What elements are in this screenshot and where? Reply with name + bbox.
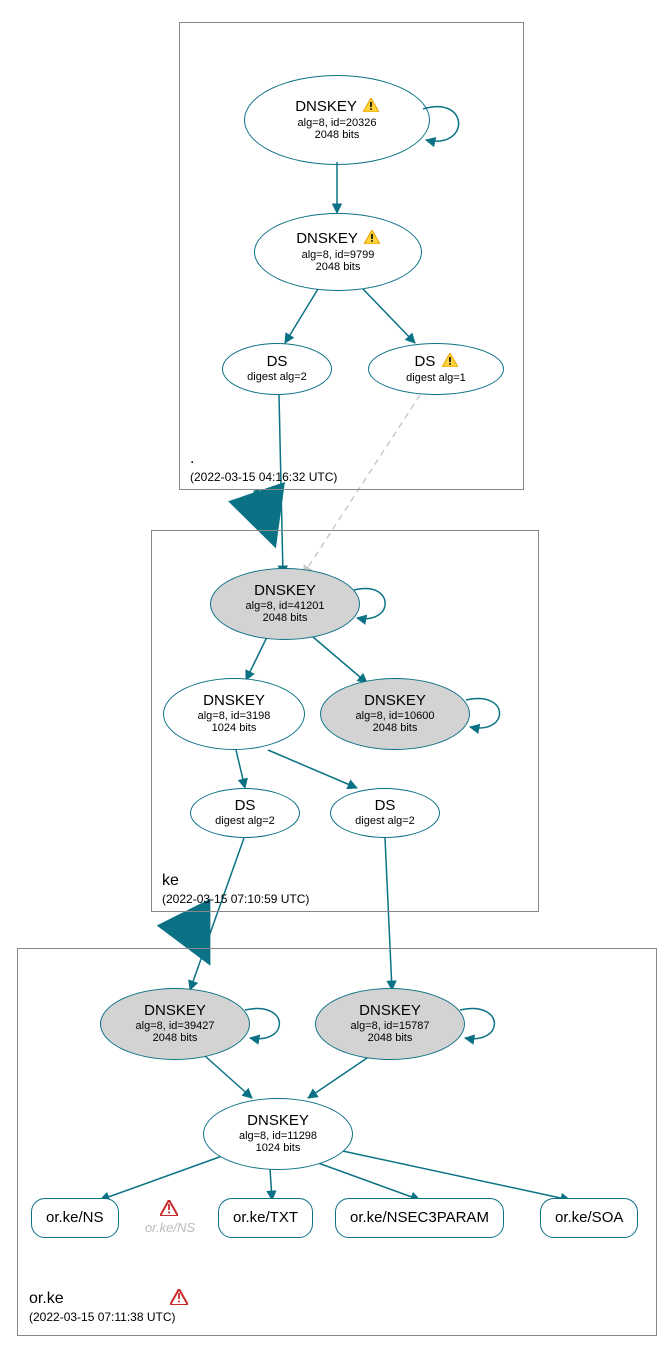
node-root-ds2-alg: digest alg=2	[247, 371, 307, 384]
node-ke-ds-b-title: DS	[375, 798, 396, 815]
zone-orke-label: or.ke	[29, 1290, 64, 1308]
node-ke-ds-b-alg: digest alg=2	[355, 815, 415, 828]
zone-root-ts: (2022-03-15 04:16:32 UTC)	[190, 470, 337, 484]
node-root-ds2-title: DS	[267, 354, 288, 371]
node-ke-ksk: DNSKEY alg=8, id=41201 2048 bits	[210, 568, 360, 640]
zone-ke-ts: (2022-03-15 07:10:59 UTC)	[162, 892, 309, 906]
node-root-zsk-title: DNSKEY	[296, 230, 380, 249]
rrset-txt-label: or.ke/TXT	[233, 1210, 298, 1227]
error-icon	[160, 1200, 178, 1221]
node-ke-extra-bits: 2048 bits	[373, 722, 418, 735]
node-root-zsk-alg: alg=8, id=9799	[302, 249, 375, 262]
node-orke-zsk: DNSKEY alg=8, id=11298 1024 bits	[203, 1098, 353, 1170]
rrset-ns-ghost: or.ke/NS	[130, 1220, 210, 1235]
node-ke-ds-a: DS digest alg=2	[190, 788, 300, 838]
node-ke-ksk-alg: alg=8, id=41201	[246, 600, 325, 613]
node-ke-zsk: DNSKEY alg=8, id=3198 1024 bits	[163, 678, 305, 750]
node-ke-ksk-bits: 2048 bits	[263, 612, 308, 625]
node-orke-ksk-b-title: DNSKEY	[359, 1003, 421, 1020]
node-orke-zsk-bits: 1024 bits	[256, 1142, 301, 1155]
node-orke-ksk-b-bits: 2048 bits	[368, 1032, 413, 1045]
node-orke-ksk-b: DNSKEY alg=8, id=15787 2048 bits	[315, 988, 465, 1060]
node-orke-ksk-b-alg: alg=8, id=15787	[351, 1020, 430, 1033]
warning-icon	[363, 98, 379, 117]
node-root-ds1: DS digest alg=1	[368, 343, 504, 395]
node-root-ksk-title: DNSKEY	[295, 98, 379, 117]
node-root-ksk: DNSKEY alg=8, id=20326 2048 bits	[244, 75, 430, 165]
node-ke-extra: DNSKEY alg=8, id=10600 2048 bits	[320, 678, 470, 750]
node-root-zsk: DNSKEY alg=8, id=9799 2048 bits	[254, 213, 422, 291]
node-root-ksk-bits: 2048 bits	[295, 129, 379, 142]
rrset-ns: or.ke/NS	[31, 1198, 119, 1238]
rrset-soa: or.ke/SOA	[540, 1198, 638, 1238]
node-ke-ksk-title: DNSKEY	[254, 583, 316, 600]
rrset-txt: or.ke/TXT	[218, 1198, 313, 1238]
warning-icon	[442, 353, 458, 372]
node-orke-ksk-a-bits: 2048 bits	[153, 1032, 198, 1045]
rrset-ns-label: or.ke/NS	[46, 1210, 104, 1227]
zone-ke-label: ke	[162, 872, 179, 890]
node-root-ksk-alg: alg=8, id=20326	[295, 117, 379, 130]
rrset-soa-label: or.ke/SOA	[555, 1210, 623, 1227]
node-ke-zsk-title: DNSKEY	[203, 693, 265, 710]
warning-icon	[364, 230, 380, 249]
rrset-nsec3param: or.ke/NSEC3PARAM	[335, 1198, 504, 1238]
node-root-ds1-title: DS	[414, 353, 457, 372]
zone-root-label: .	[190, 450, 194, 468]
node-orke-ksk-a: DNSKEY alg=8, id=39427 2048 bits	[100, 988, 250, 1060]
node-root-ds1-alg: digest alg=1	[406, 372, 466, 385]
error-icon	[170, 1289, 188, 1310]
node-ke-extra-title: DNSKEY	[364, 693, 426, 710]
node-root-ds2: DS digest alg=2	[222, 343, 332, 395]
node-root-zsk-bits: 2048 bits	[316, 261, 361, 274]
node-orke-ksk-a-title: DNSKEY	[144, 1003, 206, 1020]
node-ke-zsk-bits: 1024 bits	[212, 722, 257, 735]
rrset-n3p-label: or.ke/NSEC3PARAM	[350, 1210, 489, 1227]
node-orke-ksk-a-alg: alg=8, id=39427	[136, 1020, 215, 1033]
node-ke-zsk-alg: alg=8, id=3198	[198, 710, 271, 723]
node-ke-extra-alg: alg=8, id=10600	[356, 710, 435, 723]
node-orke-zsk-alg: alg=8, id=11298	[239, 1130, 317, 1143]
node-orke-zsk-title: DNSKEY	[247, 1113, 309, 1130]
node-ke-ds-a-alg: digest alg=2	[215, 815, 275, 828]
node-ke-ds-b: DS digest alg=2	[330, 788, 440, 838]
zone-orke-ts: (2022-03-15 07:11:38 UTC)	[29, 1310, 176, 1324]
node-ke-ds-a-title: DS	[235, 798, 256, 815]
